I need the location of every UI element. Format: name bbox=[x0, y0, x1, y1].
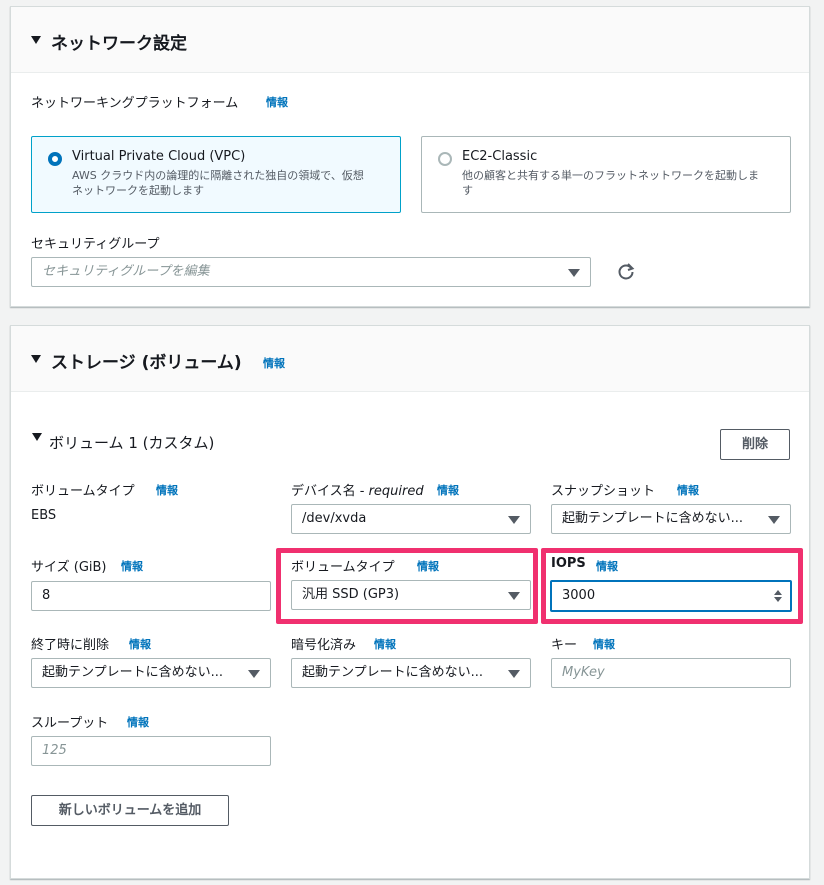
delete-on-termination-info-link[interactable]: 情報 bbox=[129, 636, 151, 652]
network-settings-title: ネットワーク設定 bbox=[51, 34, 187, 54]
encrypted-info-link[interactable]: 情報 bbox=[374, 636, 396, 652]
ec2-classic-option-desc: 他の顧客と共有する単一のフラットネットワークを起動します bbox=[462, 169, 759, 197]
snapshot-label: スナップショット bbox=[551, 484, 656, 499]
device-name-select[interactable]: /dev/xvda bbox=[291, 504, 531, 534]
storage-info-link[interactable]: 情報 bbox=[263, 355, 285, 371]
security-group-placeholder: セキュリティグループを編集 bbox=[42, 264, 210, 279]
throughput-placeholder: 125 bbox=[42, 743, 67, 758]
delete-on-termination-value: 起動テンプレートに含めない... bbox=[42, 665, 224, 680]
device-name-required: required bbox=[368, 484, 424, 499]
ec2-classic-option-title: EC2-Classic bbox=[462, 149, 538, 164]
volume-type-value: EBS bbox=[31, 508, 57, 523]
chevron-down-icon bbox=[568, 269, 580, 277]
key-input[interactable]: MyKey bbox=[551, 658, 791, 688]
number-stepper-icon[interactable] bbox=[774, 590, 782, 602]
vpc-option-tile[interactable]: Virtual Private Cloud (VPC) AWS クラウド内の論理… bbox=[31, 136, 401, 213]
expand-caret-icon[interactable] bbox=[31, 355, 41, 363]
vtype-label: ボリュームタイプ bbox=[291, 560, 395, 575]
size-info-link[interactable]: 情報 bbox=[121, 558, 143, 574]
storage-header[interactable]: ストレージ (ボリューム) 情報 bbox=[11, 326, 809, 392]
encrypted-label: 暗号化済み bbox=[291, 638, 357, 653]
volume-type-label: ボリュームタイプ bbox=[31, 484, 135, 499]
iops-info-link[interactable]: 情報 bbox=[596, 558, 618, 574]
add-volume-button[interactable]: 新しいボリュームを追加 bbox=[31, 795, 229, 826]
delete-on-termination-select[interactable]: 起動テンプレートに含めない... bbox=[31, 658, 271, 688]
device-name-label: デバイス名 - required bbox=[291, 480, 424, 499]
snapshot-info-link[interactable]: 情報 bbox=[677, 482, 699, 498]
iops-input[interactable]: 3000 bbox=[550, 580, 792, 612]
encrypted-value: 起動テンプレートに含めない... bbox=[302, 665, 484, 680]
refresh-icon[interactable] bbox=[616, 262, 636, 282]
size-value: 8 bbox=[42, 588, 51, 603]
key-label: キー bbox=[551, 638, 578, 653]
vtype-select[interactable]: 汎用 SSD (GP3) bbox=[291, 580, 531, 610]
chevron-down-icon bbox=[508, 670, 520, 678]
volume-title: ボリューム 1 (カスタム) bbox=[49, 434, 215, 452]
ec2-classic-option-tile[interactable]: EC2-Classic 他の顧客と共有する単一のフラットネットワークを起動します bbox=[421, 136, 791, 213]
device-name-label-text: デバイス名 - bbox=[291, 484, 369, 499]
snapshot-select[interactable]: 起動テンプレートに含めない... bbox=[551, 504, 791, 534]
storage-title: ストレージ (ボリューム) bbox=[51, 353, 242, 373]
device-name-info-link[interactable]: 情報 bbox=[437, 482, 459, 498]
volume-collapse-caret-icon[interactable] bbox=[32, 433, 42, 441]
encrypted-select[interactable]: 起動テンプレートに含めない... bbox=[291, 658, 531, 688]
delete-volume-button[interactable]: 削除 bbox=[720, 429, 790, 460]
storage-panel: ストレージ (ボリューム) 情報 ボリューム 1 (カスタム) 削除 ボリューム… bbox=[10, 325, 810, 879]
platform-label: ネットワーキングプラットフォーム bbox=[31, 96, 239, 111]
ec2-classic-radio[interactable] bbox=[438, 152, 452, 166]
size-input[interactable]: 8 bbox=[31, 581, 271, 611]
chevron-down-icon bbox=[768, 516, 780, 524]
vpc-radio[interactable] bbox=[48, 152, 62, 166]
volume-type-info-link[interactable]: 情報 bbox=[156, 482, 178, 498]
snapshot-value: 起動テンプレートに含めない... bbox=[562, 511, 744, 526]
chevron-down-icon bbox=[508, 516, 520, 524]
key-info-link[interactable]: 情報 bbox=[593, 636, 615, 652]
network-settings-header[interactable]: ネットワーク設定 bbox=[11, 7, 809, 73]
chevron-down-icon bbox=[248, 670, 260, 678]
network-settings-panel: ネットワーク設定 ネットワーキングプラットフォーム 情報 Virtual Pri… bbox=[10, 6, 810, 307]
throughput-input[interactable]: 125 bbox=[31, 736, 271, 766]
key-placeholder: MyKey bbox=[562, 665, 605, 680]
delete-on-termination-label: 終了時に削除 bbox=[31, 638, 110, 653]
vpc-option-desc: AWS クラウド内の論理的に隔離された独自の領域で、仮想ネットワークを起動します bbox=[72, 169, 364, 197]
expand-caret-icon[interactable] bbox=[31, 36, 41, 44]
size-label: サイズ (GiB) bbox=[31, 560, 107, 575]
device-name-value: /dev/xvda bbox=[302, 511, 367, 526]
security-group-select[interactable]: セキュリティグループを編集 bbox=[31, 257, 591, 287]
vtype-value: 汎用 SSD (GP3) bbox=[302, 587, 400, 602]
chevron-down-icon bbox=[508, 592, 520, 600]
platform-info-link[interactable]: 情報 bbox=[266, 94, 288, 110]
iops-label: IOPS bbox=[551, 556, 586, 571]
security-group-label: セキュリティグループ bbox=[31, 237, 160, 252]
iops-value: 3000 bbox=[562, 588, 596, 603]
throughput-label: スループット bbox=[31, 716, 109, 731]
vtype-info-link[interactable]: 情報 bbox=[417, 558, 439, 574]
vpc-option-title: Virtual Private Cloud (VPC) bbox=[72, 149, 246, 164]
throughput-info-link[interactable]: 情報 bbox=[127, 714, 149, 730]
